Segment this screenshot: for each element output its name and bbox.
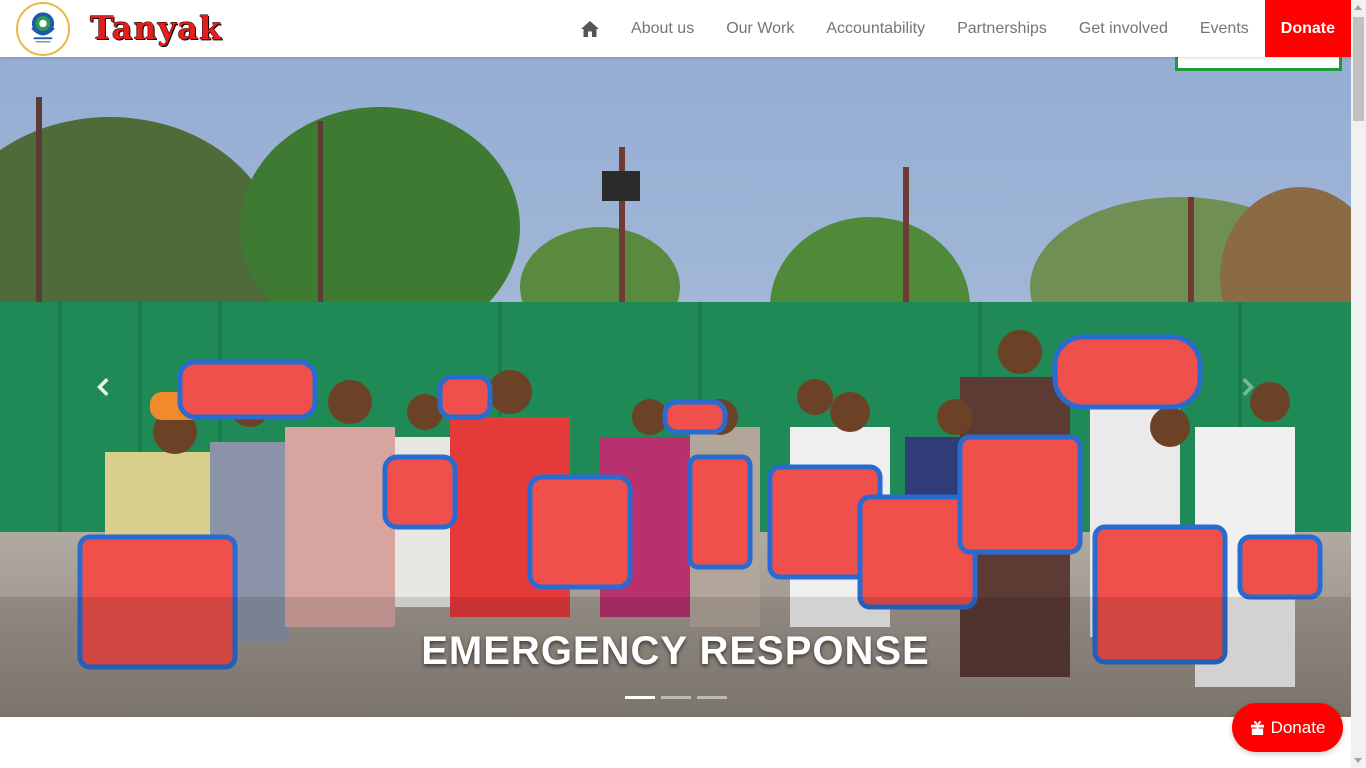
scroll-up-arrow-icon[interactable] [1351,0,1366,15]
nav-get-involved[interactable]: Get involved [1063,0,1184,57]
carousel-indicator-3[interactable] [696,696,727,699]
gift-icon [1250,720,1264,735]
nav-home[interactable] [565,0,615,57]
carousel-indicator-1[interactable] [624,696,655,699]
top-navbar: Tanyak About us Our Work Accountability … [0,0,1351,57]
nav-partnerships[interactable]: Partnerships [941,0,1063,57]
scrollbar-thumb[interactable] [1353,17,1364,121]
main-nav: About us Our Work Accountability Partner… [565,0,1351,57]
scroll-down-arrow-icon[interactable] [1351,753,1366,768]
nav-accountability[interactable]: Accountability [810,0,941,57]
chevron-left-icon [97,378,109,396]
page-scrollbar[interactable] [1351,0,1366,768]
home-icon [581,20,600,37]
page: Tanyak About us Our Work Accountability … [0,0,1366,768]
brand-name[interactable]: Tanyak [90,8,222,48]
floating-donate-label: Donate [1270,717,1326,737]
nav-events[interactable]: Events [1184,0,1265,57]
carousel-next-button[interactable] [1219,357,1279,417]
carousel-caption: EMERGENCY RESPONSE [421,629,930,673]
nav-our-work[interactable]: Our Work [710,0,810,57]
floating-donate-button[interactable]: Donate [1232,703,1343,752]
chevron-right-icon [1242,378,1254,396]
hero-photo [0,57,1351,717]
tanyak-logo-icon[interactable] [16,2,70,56]
carousel-prev-button[interactable] [72,357,132,417]
carousel-indicator-2[interactable] [660,696,691,699]
hero-carousel: EMERGENCY RESPONSE [0,57,1351,717]
nav-donate-button[interactable]: Donate [1264,0,1351,57]
nav-about-us[interactable]: About us [615,0,710,57]
carousel-indicators [0,696,1351,699]
